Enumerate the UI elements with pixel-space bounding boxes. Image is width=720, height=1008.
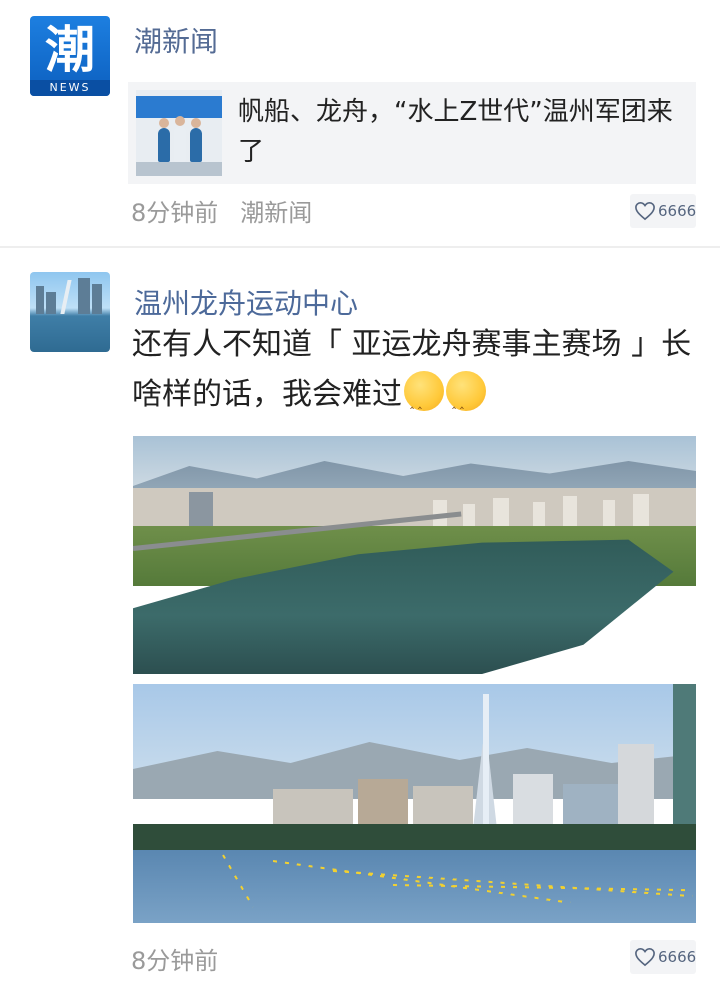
avatar-logo-glyph: 潮 [45, 20, 95, 79]
smiling-closed-eyes-emoji [446, 371, 486, 427]
like-button[interactable]: 6666 [630, 940, 696, 974]
post-photo-aerial-lake[interactable] [133, 436, 696, 674]
avatar-logo-badge: NEWS [30, 80, 110, 96]
heart-icon [635, 201, 655, 221]
post-meta: 8分钟前 潮新闻 [131, 197, 312, 229]
post-photo-rowing-course[interactable] [133, 684, 696, 923]
smiling-closed-eyes-emoji [404, 371, 444, 427]
shared-article-thumbnail [136, 90, 222, 176]
post-text: 还有人不知道「 亚运龙舟赛事主赛场 」长啥样的话，我会难过 [132, 320, 702, 427]
post-time: 8分钟前 [131, 199, 219, 227]
like-button[interactable]: 6666 [630, 194, 696, 228]
heart-icon [635, 947, 655, 967]
shared-article-title: 帆船、龙舟，“水上Z世代”温州军团来了 [238, 97, 673, 167]
like-count: 6666 [658, 202, 697, 220]
post-source[interactable]: 潮新闻 [240, 199, 312, 227]
like-count: 6666 [658, 948, 697, 966]
shared-article-card[interactable]: 帆船、龙舟，“水上Z世代”温州军团来了 [128, 82, 696, 184]
author-avatar[interactable]: 潮 NEWS [30, 16, 110, 96]
post-time: 8分钟前 [131, 947, 219, 975]
feed-post: 潮 NEWS 潮新闻 帆船、龙舟，“水上Z世代”温州军团来了 8分钟前 潮新闻 6… [0, 0, 720, 246]
feed-post: 温州龙舟运动中心 还有人不知道「 亚运龙舟赛事主赛场 」长啥样的话，我会难过‸ … [0, 248, 720, 1008]
author-name[interactable]: 温州龙舟运动中心 [134, 286, 358, 322]
author-avatar[interactable] [30, 272, 110, 352]
author-name[interactable]: 潮新闻 [134, 24, 218, 60]
